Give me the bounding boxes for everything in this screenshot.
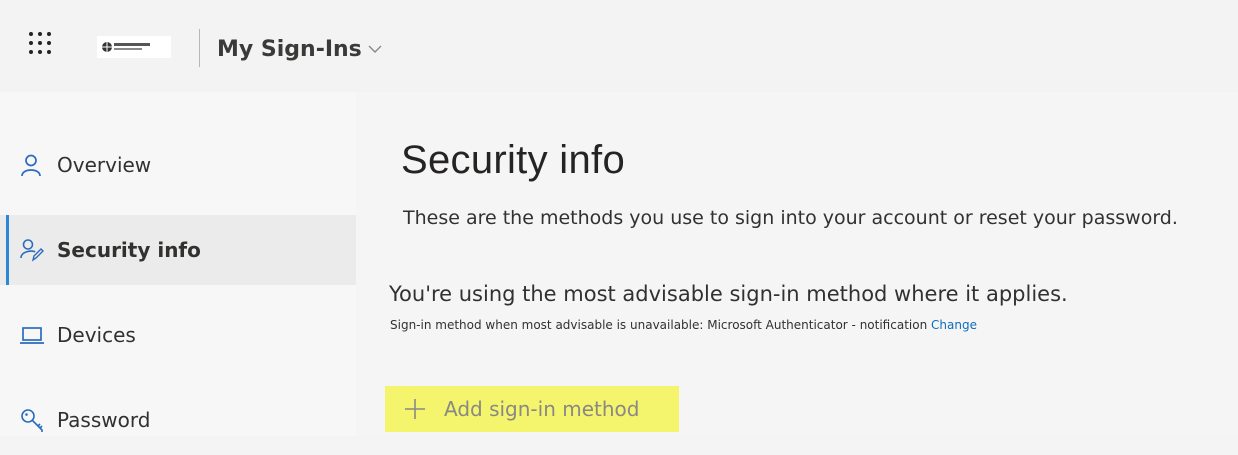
active-indicator <box>6 215 9 285</box>
sidebar-item-overview[interactable]: Overview <box>0 130 356 200</box>
key-icon <box>21 409 43 432</box>
sidebar-item-label: Devices <box>57 323 136 347</box>
page-subtitle: These are the methods you use to sign in… <box>403 207 1178 229</box>
advisable-heading: You're using the most advisable sign-in … <box>389 282 1068 306</box>
organization-logo <box>97 36 171 58</box>
app-switcher[interactable]: My Sign-Ins <box>217 33 384 65</box>
sidebar-item-security-info[interactable]: Security info <box>0 215 356 285</box>
top-header: My Sign-Ins <box>0 0 1238 92</box>
change-link[interactable]: Change <box>931 318 977 332</box>
sidebar-item-devices[interactable]: Devices <box>0 300 356 370</box>
waffle-grid-icon[interactable] <box>29 32 53 56</box>
sidebar-item-password[interactable]: Password <box>0 385 356 455</box>
sidebar-item-label: Password <box>57 408 151 432</box>
header-divider <box>199 29 200 67</box>
chevron-down-icon <box>368 45 382 53</box>
advisable-note: Sign-in method when most advisable is un… <box>390 318 977 332</box>
person-icon <box>21 154 41 177</box>
add-method-label: Add sign-in method <box>444 397 640 421</box>
add-sign-in-method-button[interactable]: Add sign-in method <box>385 386 679 432</box>
plus-icon <box>405 399 425 419</box>
main-content: Security info These are the methods you … <box>356 92 1238 436</box>
page-title: Security info <box>401 138 625 182</box>
advisable-note-text: Sign-in method when most advisable is un… <box>390 318 928 332</box>
app-title: My Sign-Ins <box>217 36 362 62</box>
sidebar-item-label: Overview <box>57 153 152 177</box>
sidebar-nav: Overview Security info Devices Password <box>0 92 356 436</box>
laptop-icon <box>20 327 44 344</box>
security-info-icon <box>20 239 44 262</box>
sidebar-item-label: Security info <box>57 238 201 262</box>
